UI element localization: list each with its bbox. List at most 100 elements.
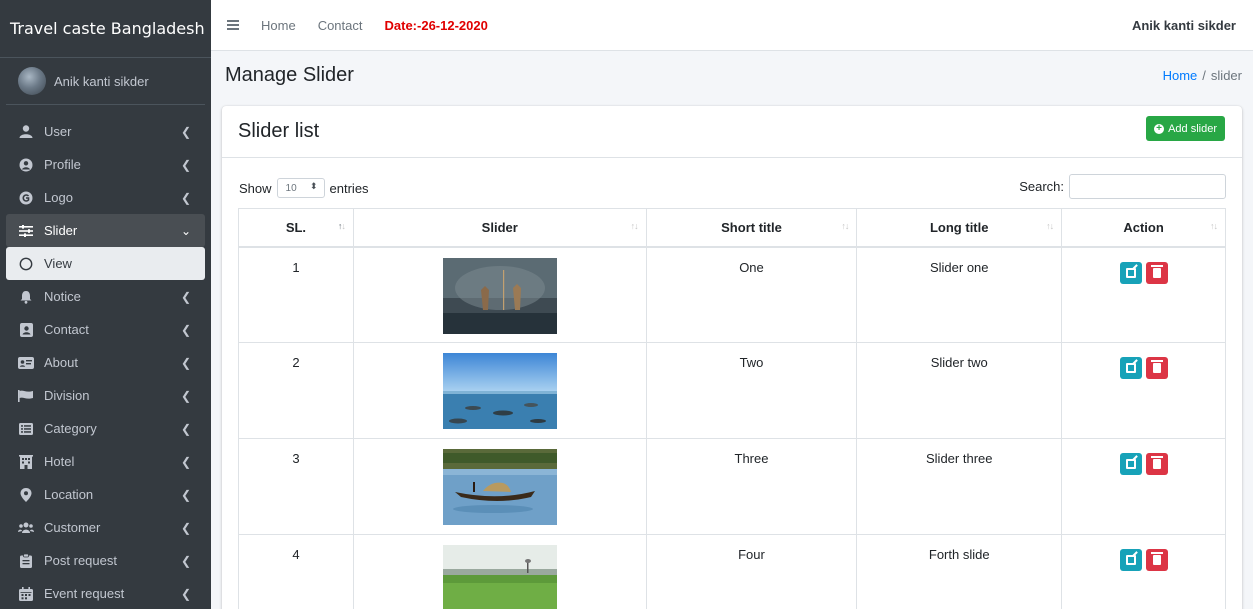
bell-icon [18,290,34,304]
avatar [18,67,46,95]
edit-button[interactable] [1119,261,1142,284]
entries-label: entries [329,180,369,196]
chevron-left-icon: ❮ [180,487,191,502]
table-row: 3 Three Slider three [238,438,1226,535]
sidebar-item-hotel[interactable]: Hotel ❮ [6,445,205,478]
table-controls: Show 10 entries Search: [222,158,1242,208]
sidebar-item-label: Post request [44,553,117,568]
sidebar-item-label: Contact [44,322,89,337]
sidebar-item-view[interactable]: View [6,247,205,280]
delete-button[interactable] [1145,549,1168,571]
short-title-cell: One [645,246,858,343]
sidebar-item-customer[interactable]: Customer ❮ [6,511,205,544]
sidebar-username: Anik kanti sikder [54,73,149,89]
trash-icon [1150,360,1163,373]
table-row: 1 One Slider one [238,246,1226,343]
column-header-slider[interactable]: Slider ↑↓ [352,208,647,248]
sort-icon: ↑↓ [841,221,849,231]
sidebar-item-event-request[interactable]: Event request ❮ [6,577,205,609]
slider-image-cell [352,246,647,343]
trash-icon [1150,456,1163,469]
sidebar-item-logo[interactable]: Logo ❮ [6,181,205,214]
sidebar-item-label: Logo [44,190,73,205]
breadcrumb-current: slider [1210,68,1242,83]
chevron-down-icon: ⌄ [180,223,191,238]
sl-cell: 3 [238,438,354,535]
entries-select[interactable]: 10 [276,178,325,198]
sidebar-item-post-request[interactable]: Post request ❮ [6,544,205,577]
row-actions [1062,355,1225,379]
map-marker-icon [18,487,34,502]
sidebar-item-location[interactable]: Location ❮ [6,478,205,511]
sidebar-item-category[interactable]: Category ❮ [6,412,205,445]
delete-button[interactable] [1145,357,1168,379]
column-header-sl[interactable]: SL. ↑↓ [238,208,354,248]
show-label: Show [239,180,272,196]
hamburger-menu-icon[interactable] [227,20,239,30]
column-header-action[interactable]: Action ↑↓ [1061,208,1226,248]
search-label: Search: [1019,179,1064,194]
sort-icon: ↑↓ [337,221,346,231]
column-header-short-title[interactable]: Short title ↑↓ [645,208,858,248]
sidebar-item-contact[interactable]: Contact ❮ [6,313,205,346]
profile-icon [18,158,34,172]
sidebar-item-about[interactable]: About ❮ [6,346,205,379]
row-actions [1062,547,1225,571]
sort-icon: ↑↓ [1210,221,1218,231]
search-control: Search: [1019,174,1226,199]
long-title-cell: Slider one [856,246,1063,343]
edit-icon [1125,267,1136,278]
calendar-icon [18,586,34,601]
top-navbar: Home Contact Date:-26-12-2020 Anik kanti… [211,0,1253,51]
column-header-long-title[interactable]: Long title ↑↓ [856,208,1063,248]
chevron-left-icon: ❮ [180,157,191,172]
short-title-cell: Four [645,534,858,609]
edit-button[interactable] [1119,549,1142,571]
trash-icon [1150,552,1163,565]
users-icon [18,521,34,535]
brand-title[interactable]: Travel caste Bangladesh [0,0,211,58]
sidebar-item-slider[interactable]: Slider ⌄ [6,214,205,247]
chevron-left-icon: ❮ [180,355,191,370]
sidebar-item-division[interactable]: Division ❮ [6,379,205,412]
delete-button[interactable] [1145,453,1168,475]
chevron-left-icon: ❮ [180,421,191,436]
action-cell [1061,534,1226,609]
slider-image-cell [352,438,647,535]
sidebar-item-user[interactable]: User ❮ [6,115,205,148]
sidebar-item-label: Hotel [44,454,75,469]
user-panel[interactable]: Anik kanti sikder [6,58,205,105]
edit-icon [1125,555,1136,565]
short-title-cell: Three [645,438,858,535]
header-label: Short title [721,219,782,235]
action-cell [1061,438,1226,535]
header-label: SL. [285,219,307,235]
sidebar-item-label: About [44,355,78,370]
sidebar-item-label: Customer [44,520,101,535]
add-slider-button[interactable]: + Add slider [1146,116,1225,141]
card-header: Slider list + Add slider [222,106,1242,158]
chevron-left-icon: ❮ [180,190,191,205]
page-title: Manage Slider [225,64,354,86]
chevron-left-icon: ❮ [180,553,191,568]
top-user-name[interactable]: Anik kanti sikder [1132,18,1236,33]
chevron-left-icon: ❮ [180,124,191,139]
breadcrumb-home-link[interactable]: Home [1163,68,1198,83]
nav-contact-link[interactable]: Contact [318,18,363,33]
entries-select-value: 10 [285,182,297,194]
sidebar-item-notice[interactable]: Notice ❮ [6,280,205,313]
delete-button[interactable] [1145,261,1168,284]
contact-icon [18,322,34,337]
breadcrumb: Home / slider [1163,68,1242,83]
nav-home-link[interactable]: Home [261,18,296,33]
table-header-row: SL. ↑↓ Slider ↑↓ Short title ↑↓ Long title ↑… [238,208,1226,248]
search-input[interactable] [1069,174,1226,199]
sidebar-item-label: Event request [44,586,125,601]
edit-button[interactable] [1119,357,1142,379]
edit-button[interactable] [1119,453,1142,475]
sidebar-item-profile[interactable]: Profile ❮ [6,148,205,181]
action-cell [1061,246,1226,343]
slider-list-card: Slider list + Add slider Show 10 entries… [222,106,1242,609]
sidebar-item-label: Division [44,388,90,403]
slider-thumbnail [442,353,557,429]
